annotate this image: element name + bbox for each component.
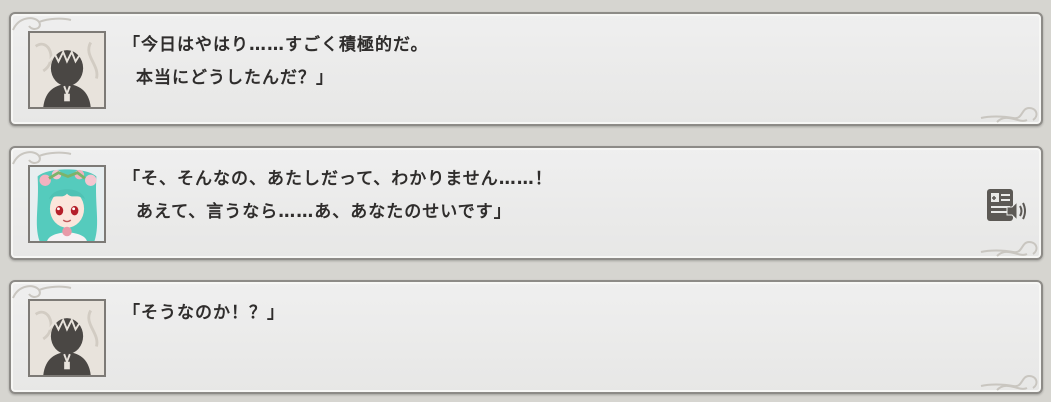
backlog-panel: 「今日はやはり……すごく積極的だ。 本当にどうしたんだ？」 「そ、そんなの、あた…: [0, 0, 1051, 402]
backlog-entry[interactable]: 「そ、そんなの、あたしだって、わかりません……！ あえて、言うなら……あ、あなたの…: [9, 146, 1043, 260]
speaker-portrait: [28, 299, 106, 377]
dialogue-text: 「そ、そんなの、あたしだって、わかりません……！ あえて、言うなら……あ、あなたの…: [123, 163, 971, 229]
backlog-entry[interactable]: 「今日はやはり……すごく積極的だ。本当にどうしたんだ？」: [9, 12, 1043, 126]
dialogue-text: 「そうなのか！？」: [123, 297, 971, 330]
girl-portrait-icon: [30, 167, 104, 241]
backlog-entry[interactable]: 「そうなのか！？」: [9, 280, 1043, 394]
dialogue-line: 「今日はやはり……すごく積極的だ。: [123, 35, 429, 55]
corner-ornament-icon: [980, 240, 1038, 257]
speaker-portrait: [28, 31, 106, 109]
dialogue-line: あえて、言うなら……あ、あなたのせいです」: [136, 202, 512, 222]
speaker-portrait: [28, 165, 106, 243]
silhouette-avatar-icon: [30, 301, 104, 375]
silhouette-avatar-icon: [30, 33, 104, 107]
corner-ornament-icon: [980, 106, 1038, 123]
dialogue-text: 「今日はやはり……すごく積極的だ。本当にどうしたんだ？」: [123, 29, 971, 95]
voice-replay-icon[interactable]: [985, 187, 1027, 225]
dialogue-line: 「そうなのか！？」: [123, 303, 285, 323]
dialogue-line: 本当にどうしたんだ？」: [136, 68, 334, 88]
dialogue-line: 「そ、そんなの、あたしだって、わかりません……！: [123, 169, 553, 189]
corner-ornament-icon: [980, 374, 1038, 391]
